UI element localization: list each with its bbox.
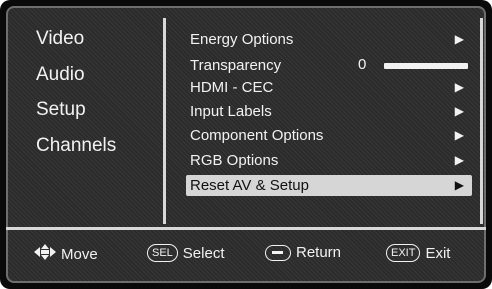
select-label: Select bbox=[182, 244, 225, 262]
menu-item-label: HDMI - CEC bbox=[190, 79, 274, 96]
right-triangle-icon: ▶ bbox=[454, 32, 464, 46]
right-triangle-icon: ▶ bbox=[454, 80, 464, 94]
footer-exit: EXIT Exit bbox=[386, 244, 450, 262]
menu-item-label: Component Options bbox=[190, 127, 324, 144]
footer-return: Return bbox=[265, 244, 341, 261]
right-border-divider bbox=[480, 18, 483, 224]
menu-item-label: RGB Options bbox=[190, 152, 279, 169]
category-setup[interactable]: Setup bbox=[36, 99, 86, 121]
exit-label: Exit bbox=[425, 244, 451, 262]
menu-item-energy-options[interactable]: Energy Options ▶ bbox=[186, 29, 472, 50]
menu-item-component-options[interactable]: Component Options ▶ bbox=[186, 125, 472, 146]
menu-item-label: Reset AV & Setup bbox=[190, 177, 309, 194]
menu-item-label: Transparency bbox=[190, 57, 282, 74]
exit-key-icon: EXIT bbox=[386, 244, 421, 262]
return-label: Return bbox=[296, 244, 342, 261]
four-way-arrow-icon bbox=[34, 244, 56, 264]
menu-item-hdmi-cec[interactable]: HDMI - CEC ▶ bbox=[186, 77, 472, 98]
category-audio[interactable]: Audio bbox=[36, 64, 85, 86]
move-label: Move bbox=[61, 245, 98, 263]
footer-move: Move bbox=[34, 244, 98, 264]
menu-item-input-labels[interactable]: Input Labels ▶ bbox=[186, 101, 472, 122]
right-triangle-icon: ▶ bbox=[454, 178, 464, 192]
tv-screen: Video Audio Setup Channels Energy Option… bbox=[0, 0, 492, 289]
category-channels[interactable]: Channels bbox=[36, 135, 116, 157]
menu-item-label: Energy Options bbox=[190, 31, 294, 48]
menu-item-reset-av-setup[interactable]: Reset AV & Setup ▶ bbox=[186, 175, 472, 196]
transparency-slider[interactable] bbox=[384, 63, 468, 69]
vertical-divider bbox=[163, 18, 166, 224]
right-triangle-icon: ▶ bbox=[454, 153, 464, 167]
sel-key-icon: SEL bbox=[147, 244, 178, 262]
minus-button-icon bbox=[265, 244, 291, 261]
footer-divider bbox=[6, 227, 486, 230]
right-triangle-icon: ▶ bbox=[454, 128, 464, 142]
right-triangle-icon: ▶ bbox=[454, 104, 464, 118]
footer-select: SEL Select bbox=[147, 244, 225, 262]
menu-item-rgb-options[interactable]: RGB Options ▶ bbox=[186, 150, 472, 171]
menu-item-label: Input Labels bbox=[190, 103, 272, 120]
category-video[interactable]: Video bbox=[36, 28, 84, 50]
transparency-value: 0 bbox=[358, 56, 367, 73]
